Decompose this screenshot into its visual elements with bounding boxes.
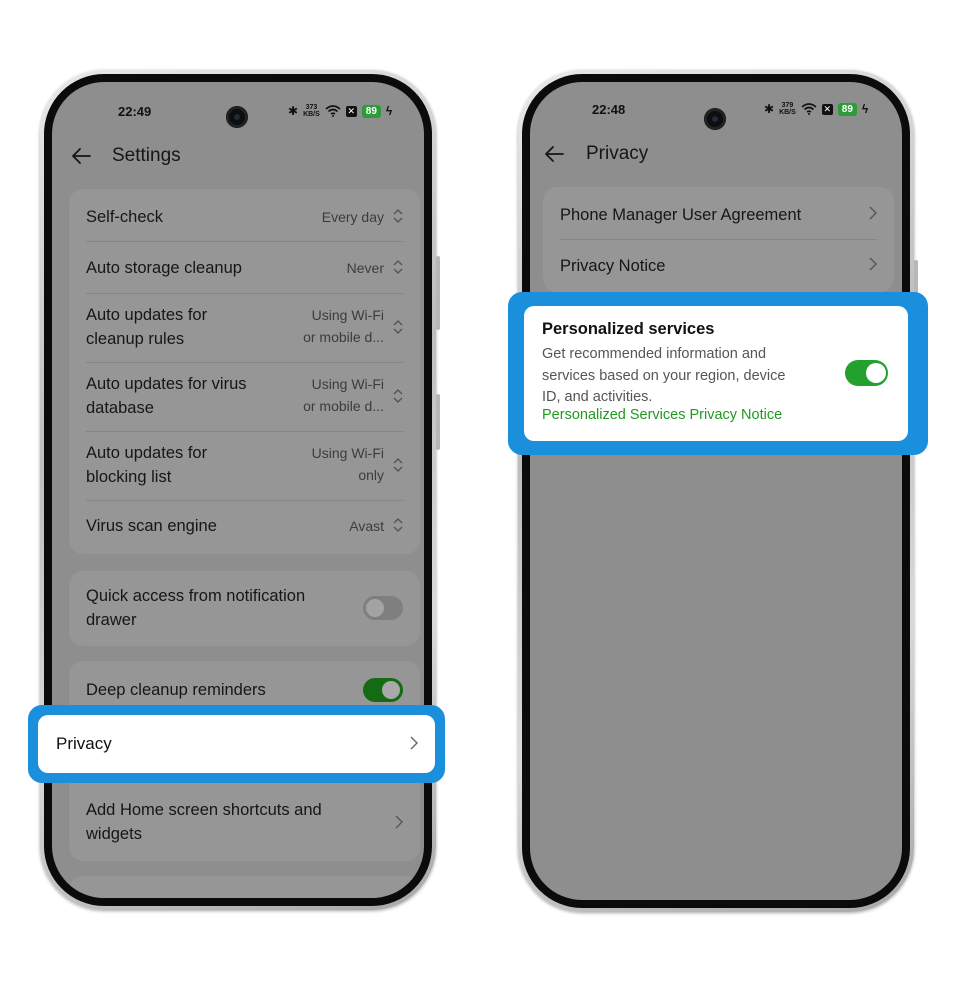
network-speed: 373 KB/S xyxy=(303,104,320,118)
setting-row-cleanup-rules[interactable]: Auto updates for cleanup rules Using Wi-F… xyxy=(69,293,420,362)
setting-value: Never xyxy=(346,260,384,276)
setting-row-shortcuts[interactable]: Add Home screen shortcuts and widgets xyxy=(69,786,420,858)
phone-right: 22:48 ✱ 379 KB/S ✕ 89 ϟ Privacy Phone Man… xyxy=(518,70,918,912)
setting-value: Avast xyxy=(349,518,384,534)
up-down-icon xyxy=(393,209,403,223)
setting-label: Auto updates for cleanup rules xyxy=(86,306,208,348)
chevron-right-icon xyxy=(395,815,403,829)
sim-off-icon: ✕ xyxy=(821,103,833,115)
personalized-services-privacy-link[interactable]: Personalized Services Privacy Notice xyxy=(542,407,782,423)
privacy-header: Privacy xyxy=(530,134,902,174)
settings-card-quick-access: Quick access from notification drawer xyxy=(69,571,420,646)
quick-access-toggle[interactable] xyxy=(363,596,403,620)
personalized-services-title: Personalized services xyxy=(542,320,715,338)
setting-label: Virus scan engine xyxy=(86,517,217,535)
deep-cleanup-toggle[interactable] xyxy=(363,678,403,702)
battery-level: 89 xyxy=(837,102,857,116)
up-down-icon xyxy=(393,518,403,532)
up-down-icon xyxy=(393,260,403,274)
up-down-icon xyxy=(393,458,403,472)
setting-row-quick-access[interactable]: Quick access from notification drawer xyxy=(69,571,420,646)
setting-label: Self-check xyxy=(86,208,164,226)
status-time: 22:49 xyxy=(118,104,152,119)
status-icons: ✱ 379 KB/S ✕ 89 ϟ xyxy=(764,102,868,116)
privacy-row-privacy-notice[interactable]: Privacy Notice xyxy=(543,239,894,291)
privacy-card-docs: Phone Manager User Agreement Privacy Not… xyxy=(543,187,894,292)
chevron-right-icon xyxy=(869,257,877,271)
setting-value: Using Wi-Fi only xyxy=(311,445,384,483)
side-button xyxy=(436,394,440,450)
setting-value: Using Wi-Fi or mobile d... xyxy=(303,376,384,414)
status-bar: 22:48 ✱ 379 KB/S ✕ 89 ϟ xyxy=(530,82,902,142)
setting-label: Add Home screen shortcuts and widgets xyxy=(86,801,322,843)
personalized-services-description: Get recommended information and services… xyxy=(542,346,786,405)
privacy-label: Privacy xyxy=(56,734,112,753)
personalized-services-highlight: Personalized services Get recommended in… xyxy=(508,292,928,455)
setting-label: Deep cleanup reminders xyxy=(86,681,266,699)
setting-label: Quick access from notification drawer xyxy=(86,587,306,629)
chevron-right-icon xyxy=(410,736,418,750)
front-camera xyxy=(226,106,248,128)
network-speed: 379 KB/S xyxy=(779,102,796,116)
setting-label: Auto updates for blocking list xyxy=(86,444,208,486)
charging-icon: ϟ xyxy=(385,104,393,118)
setting-row-blocking-list[interactable]: Auto updates for blocking list Using Wi-F… xyxy=(69,431,420,500)
setting-row-self-check[interactable]: Self-check Every day xyxy=(69,189,420,241)
side-button xyxy=(436,256,440,330)
privacy-row-user-agreement[interactable]: Phone Manager User Agreement xyxy=(543,187,894,239)
charging-icon: ϟ xyxy=(861,102,869,116)
privacy-item-label: Privacy Notice xyxy=(560,257,666,275)
page-title: Settings xyxy=(112,145,181,166)
settings-card-main: Self-check Every day Auto storage cleanu… xyxy=(69,189,420,554)
wifi-icon xyxy=(801,103,817,115)
personalized-services-toggle[interactable] xyxy=(845,360,888,386)
privacy-row-highlight[interactable]: Privacy xyxy=(28,705,445,783)
bluetooth-icon: ✱ xyxy=(288,104,299,118)
back-arrow-icon[interactable] xyxy=(70,144,94,168)
status-time: 22:48 xyxy=(592,102,626,117)
status-bar: 22:49 ✱ 373 KB/S ✕ 89 ϟ xyxy=(52,82,424,142)
status-icons: ✱ 373 KB/S ✕ 89 ϟ xyxy=(288,104,392,118)
sim-off-icon: ✕ xyxy=(345,105,357,117)
up-down-icon xyxy=(393,389,403,403)
privacy-screen: 22:48 ✱ 379 KB/S ✕ 89 ϟ Privacy Phone Man… xyxy=(530,82,902,900)
setting-label: Auto updates for virus database xyxy=(86,375,247,417)
setting-label: Auto storage cleanup xyxy=(86,259,242,277)
settings-header: Settings xyxy=(52,136,424,176)
settings-card-shortcuts: Add Home screen shortcuts and widgets xyxy=(69,786,420,858)
bluetooth-icon: ✱ xyxy=(764,102,775,116)
back-arrow-icon[interactable] xyxy=(543,142,567,166)
privacy-item-label: Phone Manager User Agreement xyxy=(560,206,802,224)
setting-row-virus-database[interactable]: Auto updates for virus database Using Wi-… xyxy=(69,362,420,431)
setting-row-storage-cleanup[interactable]: Auto storage cleanup Never xyxy=(69,241,420,293)
phone-left: 22:49 ✱ 373 KB/S ✕ 89 ϟ Settings Self-che… xyxy=(40,70,440,910)
chevron-right-icon xyxy=(869,206,877,220)
wifi-icon xyxy=(325,105,341,117)
setting-value: Using Wi-Fi or mobile d... xyxy=(303,307,384,345)
settings-card-partial xyxy=(69,876,420,898)
setting-row-virus-engine[interactable]: Virus scan engine Avast xyxy=(69,500,420,554)
setting-value: Every day xyxy=(321,209,384,225)
page-title: Privacy xyxy=(586,143,649,164)
battery-level: 89 xyxy=(361,104,381,118)
up-down-icon xyxy=(393,320,403,334)
front-camera xyxy=(704,108,726,130)
